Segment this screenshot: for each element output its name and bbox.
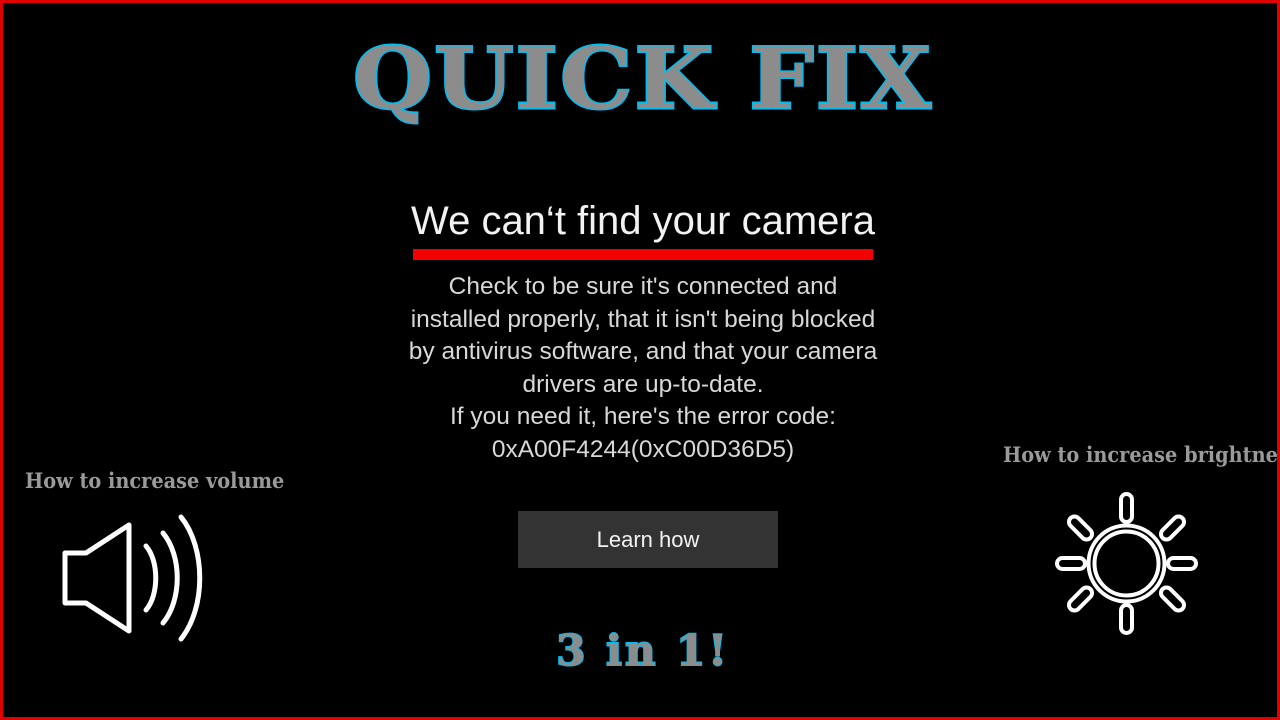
volume-callout-label: How to increase volume — [25, 468, 285, 493]
page-title: QUICK FIX — [351, 29, 933, 128]
error-body-line: Check to be sure it's connected and — [448, 273, 838, 300]
brightness-callout-label: How to increase brightness — [1003, 442, 1280, 467]
error-body-line: If you need it, here's the error code: — [449, 403, 836, 430]
tagline-text: 3 in 1! — [555, 626, 730, 675]
thumbnail-canvas: QUICK FIX We can‘t find your camera Chec… — [0, 0, 1280, 720]
error-body-text: Check to be sure it's connected and inst… — [343, 271, 943, 466]
error-heading: We can‘t find your camera — [411, 199, 875, 243]
error-code-text: 0xA00F4244(0xC00D36D5) — [491, 435, 795, 463]
camera-error-panel: We can‘t find your camera Check to be su… — [343, 199, 943, 466]
error-body-line: drivers are up-to-date. — [522, 370, 764, 398]
learn-how-button[interactable]: Learn how — [518, 511, 778, 568]
red-underline-bar — [413, 249, 873, 260]
error-body-line: installed properly, that it isn't being … — [410, 305, 876, 333]
error-body-line: by antivirus software, and that your cam… — [408, 338, 878, 365]
sun-brightness-icon — [1049, 486, 1204, 646]
